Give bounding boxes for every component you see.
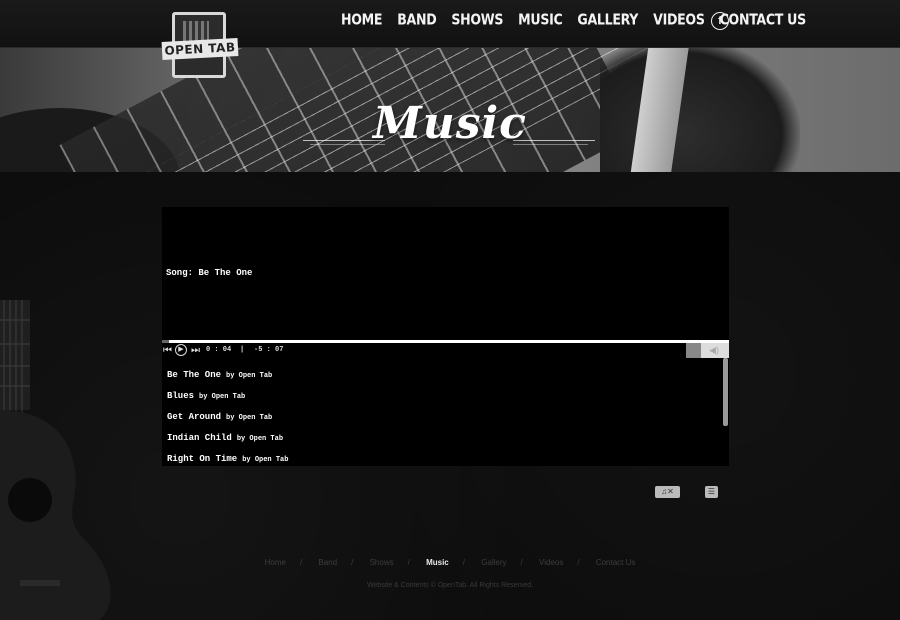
footer-separator: / (351, 558, 354, 567)
logo-text: OPEN TAB (161, 38, 239, 60)
track-artist: by Open Tab (226, 414, 273, 422)
nav-gallery[interactable]: GALLERY (577, 11, 638, 29)
volume-slider[interactable]: ◀) (686, 343, 729, 358)
shuffle-toggle-button[interactable]: ♫✕ (655, 486, 680, 498)
track-artist: by Open Tab (226, 372, 273, 380)
speaker-icon: ◀) (709, 345, 719, 355)
footer-separator: / (462, 558, 465, 567)
footer-separator: / (299, 558, 303, 567)
player-display: Song: Be The One (162, 207, 729, 340)
remaining-time: -5 : 07 (254, 346, 284, 354)
footer-link-gallery[interactable]: Gallery (481, 558, 506, 567)
nav-shows[interactable]: SHOWS (451, 11, 503, 29)
play-icon[interactable]: ▶ (175, 344, 187, 356)
track-title: Blues (167, 391, 195, 401)
track-title: Be The One (167, 370, 222, 380)
player-controls: ⏮ ▶ ⏭ 0 : 04 | -5 : 07 ◀) (162, 343, 729, 358)
nav-contact-us[interactable]: CONTACT US (720, 11, 807, 29)
footer-link-home[interactable]: Home (265, 558, 286, 567)
footer-link-shows[interactable]: Shows (370, 558, 394, 567)
footer-nav: Home / Band / Shows / Music / Gallery / Video… (0, 558, 900, 567)
volume-fill (686, 343, 702, 358)
track-title: Right On Time (167, 454, 238, 464)
page-banner: Music (0, 48, 900, 172)
playlist-scrollbar[interactable] (723, 358, 728, 426)
next-track-icon[interactable]: ⏭ (191, 345, 200, 356)
facebook-icon[interactable]: f (711, 12, 729, 30)
track-artist: by Open Tab (199, 393, 246, 401)
footer-link-videos[interactable]: Videos (539, 558, 563, 567)
playlist-item[interactable]: Right On Time by Open Tab (167, 448, 288, 466)
elapsed-time: 0 : 04 (206, 346, 232, 354)
playlist-item[interactable]: Get Around by Open Tab (167, 406, 272, 424)
guitar-decoration (0, 300, 111, 620)
footer-separator: / (407, 558, 410, 567)
footer-link-music[interactable]: Music (426, 558, 449, 567)
page-title: Music (373, 98, 527, 149)
track-title: Indian Child (167, 433, 232, 443)
nav-band[interactable]: BAND (397, 11, 436, 29)
footer-link-contact-us[interactable]: Contact Us (596, 558, 636, 567)
nav-music[interactable]: MUSIC (518, 11, 563, 29)
footer-link-band[interactable]: Band (318, 558, 337, 567)
main-nav: HOME BAND SHOWS MUSIC GALLERY VIDEOS CON… (341, 11, 807, 29)
playlist-item[interactable]: Be The One by Open Tab (167, 364, 272, 382)
list-icon: ☰ (707, 487, 716, 496)
track-artist: by Open Tab (242, 456, 289, 464)
playlist: Be The One by Open Tab Blues by Open Tab G… (162, 358, 729, 466)
current-song-label: Song: Be The One (166, 268, 253, 278)
music-note-icon: ♫✕ (661, 487, 674, 496)
playlist-toggle-button[interactable]: ☰ (705, 486, 718, 498)
previous-track-icon[interactable]: ⏮ (163, 345, 172, 356)
footer-separator: / (577, 558, 580, 567)
track-artist: by Open Tab (236, 435, 284, 443)
copyright-text: Website & Contents © OpenTab. All Rights… (366, 582, 534, 589)
time-separator: | (240, 346, 245, 354)
playlist-item[interactable]: Indian Child by Open Tab (167, 427, 283, 445)
site-logo[interactable]: OPEN TAB (161, 12, 240, 78)
nav-videos[interactable]: VIDEOS (653, 11, 705, 29)
playlist-item[interactable]: Blues by Open Tab (167, 385, 245, 403)
track-title: Get Around (167, 412, 222, 422)
footer-separator: / (520, 558, 523, 567)
nav-home[interactable]: HOME (341, 11, 383, 29)
